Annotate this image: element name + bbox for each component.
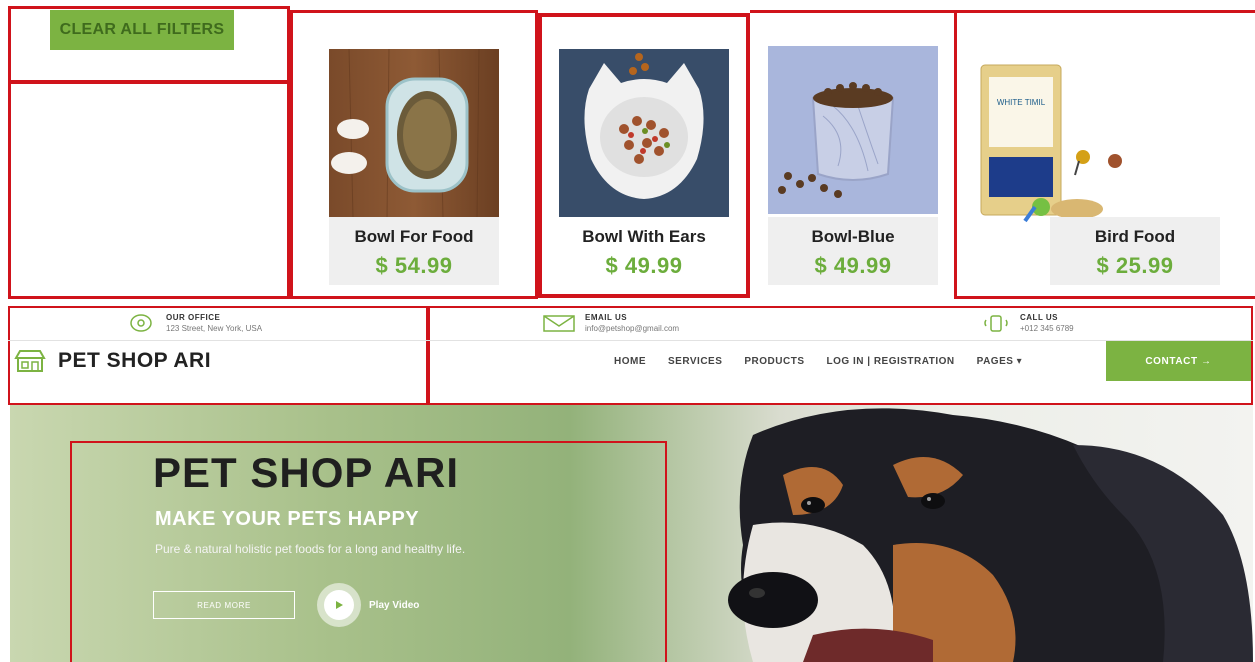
hero-tagline: Pure & natural holistic pet foods for a … bbox=[155, 542, 466, 556]
play-video-button[interactable]: Play Video bbox=[317, 583, 419, 627]
product-name[interactable]: Bowl For Food bbox=[329, 227, 499, 247]
shop-icon bbox=[14, 350, 46, 372]
product-card[interactable]: Bowl For Food $ 54.99 bbox=[290, 10, 538, 299]
nav-services[interactable]: SERVICES bbox=[668, 356, 722, 367]
product-info: Bowl With Ears $ 49.99 bbox=[559, 217, 729, 285]
hero-title: PET SHOP ARI bbox=[153, 449, 460, 496]
email-label: EMAIL US bbox=[585, 313, 628, 322]
dog-photo bbox=[728, 408, 1253, 662]
product-image[interactable]: WHITE TIMIL bbox=[965, 57, 1135, 225]
nav-products[interactable]: PRODUCTS bbox=[744, 356, 804, 367]
product-image[interactable] bbox=[559, 49, 729, 217]
office-label: OUR OFFICE bbox=[166, 313, 221, 322]
brand-name: PET SHOP ARI bbox=[58, 349, 212, 372]
map-pin-icon bbox=[130, 314, 152, 332]
main-nav: HOME SERVICES PRODUCTS LOG IN | REGISTRA… bbox=[614, 342, 1044, 380]
phone-icon bbox=[984, 315, 1008, 332]
brand-logo[interactable]: PET SHOP ARI bbox=[14, 346, 211, 376]
bird-food-package-label: WHITE TIMIL bbox=[997, 98, 1046, 107]
call-info: CALL US +012 345 6789 bbox=[980, 310, 1074, 336]
nav-pages-dropdown[interactable]: PAGES ▾ bbox=[977, 356, 1023, 367]
product-name[interactable]: Bird Food bbox=[1050, 227, 1220, 247]
product-card[interactable]: WHITE TIMIL Bird Food $ 25.99 bbox=[954, 10, 1255, 299]
play-video-label[interactable]: Play Video bbox=[369, 600, 419, 611]
product-name[interactable]: Bowl With Ears bbox=[559, 227, 729, 247]
product-price: $ 54.99 bbox=[375, 253, 453, 278]
nav-login-registration[interactable]: LOG IN | REGISTRATION bbox=[827, 356, 955, 367]
product-info: Bowl For Food $ 54.99 bbox=[329, 217, 499, 285]
envelope-icon bbox=[543, 315, 575, 332]
product-image[interactable] bbox=[329, 49, 499, 217]
product-price: $ 49.99 bbox=[605, 253, 683, 278]
phone-number[interactable]: +012 345 6789 bbox=[1020, 324, 1074, 333]
hero-banner: PET SHOP ARI MAKE YOUR PETS HAPPY Pure &… bbox=[10, 405, 1253, 662]
office-address: 123 Street, New York, USA bbox=[166, 324, 263, 333]
product-info: Bird Food $ 25.99 bbox=[1050, 217, 1220, 285]
office-info: OUR OFFICE 123 Street, New York, USA bbox=[130, 310, 262, 336]
play-circle[interactable] bbox=[317, 583, 361, 627]
read-more-button[interactable]: READ MORE bbox=[153, 591, 295, 619]
play-icon bbox=[336, 601, 343, 609]
filter-panel-body bbox=[8, 81, 290, 299]
header-divider bbox=[8, 340, 1253, 341]
product-info: Bowl-Blue $ 49.99 bbox=[768, 217, 938, 285]
call-label: CALL US bbox=[1020, 313, 1059, 322]
product-image[interactable] bbox=[768, 46, 938, 214]
email-address[interactable]: info@petshop@gmail.com bbox=[585, 324, 679, 333]
email-info: EMAIL US info@petshop@gmail.com bbox=[543, 310, 679, 336]
clear-all-filters-button[interactable]: CLEAR ALL FILTERS bbox=[50, 10, 234, 50]
hero-subtitle: MAKE YOUR PETS HAPPY bbox=[155, 508, 420, 530]
product-price: $ 49.99 bbox=[814, 253, 892, 278]
product-card[interactable]: Bowl With Ears $ 49.99 bbox=[538, 13, 750, 298]
product-card[interactable]: Bowl-Blue $ 49.99 bbox=[750, 10, 956, 299]
nav-home[interactable]: HOME bbox=[614, 356, 646, 367]
product-name[interactable]: Bowl-Blue bbox=[768, 227, 938, 247]
contact-button[interactable]: CONTACT → bbox=[1106, 341, 1251, 381]
product-price: $ 25.99 bbox=[1096, 253, 1174, 278]
